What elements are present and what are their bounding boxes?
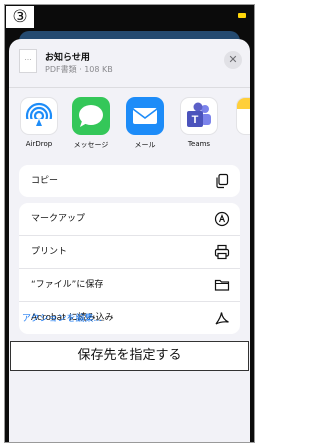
app-row: AirDrop メッセージ メール T Teams bbox=[9, 97, 250, 157]
action-group-copy: コピー bbox=[19, 165, 240, 197]
action-label: プリント bbox=[31, 247, 68, 257]
svg-text:T: T bbox=[192, 114, 199, 126]
printer-icon bbox=[214, 244, 230, 260]
app-messages[interactable]: メッセージ bbox=[67, 97, 115, 150]
action-copy[interactable]: コピー bbox=[19, 165, 240, 197]
close-button[interactable]: ✕ bbox=[224, 51, 242, 69]
messages-icon bbox=[72, 97, 110, 135]
app-airdrop[interactable]: AirDrop bbox=[15, 97, 63, 148]
step-number-badge: ③ bbox=[6, 6, 34, 28]
app-mail[interactable]: メール bbox=[121, 97, 169, 150]
battery-icon bbox=[238, 13, 246, 18]
teams-icon: T bbox=[180, 97, 218, 135]
action-save-to-files[interactable]: “ファイル”に保存 bbox=[19, 269, 240, 302]
notes-icon bbox=[236, 97, 250, 135]
action-label: マークアップ bbox=[31, 214, 86, 224]
file-header: … お知らせ用 PDF書類 · 108 KB ✕ bbox=[9, 39, 250, 88]
acrobat-icon bbox=[215, 312, 229, 325]
file-thumbnail-icon: … bbox=[19, 49, 37, 73]
action-print[interactable]: プリント bbox=[19, 236, 240, 269]
airdrop-icon bbox=[20, 97, 58, 135]
action-markup[interactable]: マークアップ bbox=[19, 203, 240, 236]
edit-actions-link[interactable]: アクションを編集... bbox=[22, 311, 102, 324]
mail-icon bbox=[126, 97, 164, 135]
phone-screen: ③ … お知らせ用 PDF書類 · 108 KB ✕ AirDrop メッセージ… bbox=[4, 4, 255, 443]
app-label: Teams bbox=[187, 140, 211, 148]
copy-icon bbox=[216, 173, 229, 189]
app-label: AirDrop bbox=[25, 140, 53, 148]
action-label: “ファイル”に保存 bbox=[31, 280, 104, 290]
markup-icon bbox=[214, 211, 230, 227]
app-notes[interactable] bbox=[231, 97, 250, 140]
app-label: メッセージ bbox=[73, 141, 109, 149]
share-sheet: … お知らせ用 PDF書類 · 108 KB ✕ AirDrop メッセージ メ… bbox=[9, 39, 250, 442]
save-destination-label: 保存先を指定する bbox=[10, 341, 249, 371]
app-label: メール bbox=[134, 141, 156, 149]
file-meta: PDF書類 · 108 KB bbox=[45, 65, 113, 74]
folder-icon bbox=[214, 279, 230, 291]
action-label: コピー bbox=[31, 176, 59, 186]
file-name: お知らせ用 bbox=[45, 53, 90, 63]
app-teams[interactable]: T Teams bbox=[175, 97, 223, 148]
